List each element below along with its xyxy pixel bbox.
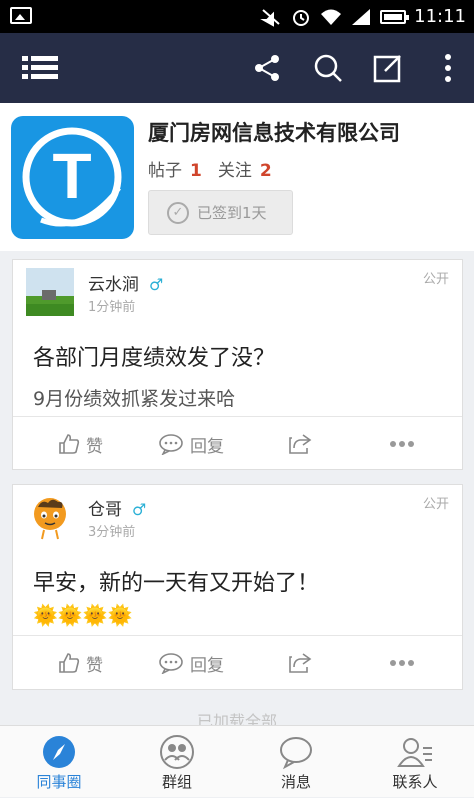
reply-button[interactable]: 回复 <box>158 636 224 690</box>
group-logo[interactable]: T <box>11 116 134 239</box>
posts-label: 帖子 <box>148 161 182 181</box>
compass-icon <box>43 736 75 768</box>
post-title: 各部门月度绩效发了没？ <box>33 346 276 371</box>
group-name: 厦门房网信息技术有限公司 <box>148 121 400 145</box>
post-author[interactable]: 云水涧 ♂ <box>88 270 163 295</box>
group-icon <box>160 735 194 769</box>
share-arrow-icon <box>289 434 312 454</box>
post-body: 9月份绩效抓紧发过来哈 <box>33 388 236 410</box>
logo-letter: T <box>52 140 91 212</box>
post-actions: 赞 回复 <box>13 636 462 690</box>
more-horizontal-icon[interactable] <box>389 636 415 690</box>
chat-bubble-icon <box>280 737 312 770</box>
gallery-notification-icon <box>10 7 32 24</box>
thumbs-up-icon <box>59 434 80 454</box>
post-author[interactable]: 仓哥 ♂ <box>88 495 146 520</box>
checkin-button[interactable]: ✓ 已签到1天 <box>148 190 293 235</box>
checkin-label: 已签到1天 <box>197 204 267 222</box>
avatar[interactable] <box>26 493 74 541</box>
alarm-icon <box>293 9 310 26</box>
wifi-icon <box>321 9 342 25</box>
post-card[interactable]: 仓哥 ♂ 3分钟前 公开 早安，新的一天有又开始了！ 🌞🌞🌞🌞 赞 回复 <box>12 484 463 690</box>
male-icon: ♂ <box>132 500 147 519</box>
like-button[interactable]: 赞 <box>58 636 103 690</box>
post-time: 3分钟前 <box>88 525 136 540</box>
sun-emoji-row: 🌞🌞🌞🌞 <box>33 603 133 627</box>
post-visibility: 公开 <box>422 497 449 512</box>
signal-icon <box>352 8 371 25</box>
check-circle-icon: ✓ <box>167 201 189 224</box>
post-card[interactable]: 云水涧 ♂ 1分钟前 公开 各部门月度绩效发了没？ 9月份绩效抓紧发过来哈 赞 回… <box>12 259 463 470</box>
like-button[interactable]: 赞 <box>58 417 103 471</box>
share-arrow-icon <box>289 653 312 673</box>
app-bar <box>0 33 474 103</box>
male-icon: ♂ <box>149 275 164 294</box>
menu-icon[interactable] <box>12 33 68 103</box>
contacts-icon <box>397 738 432 767</box>
more-vertical-icon[interactable] <box>420 33 474 103</box>
search-icon[interactable] <box>300 33 356 103</box>
post-title: 早安，新的一天有又开始了！ <box>33 571 320 596</box>
bottom-nav: 同事圈 群组 消息 联系人 <box>0 725 474 797</box>
status-bar: 11:11 <box>0 0 474 33</box>
avatar[interactable] <box>26 268 74 316</box>
comment-icon <box>159 434 183 455</box>
share-icon[interactable] <box>239 33 295 103</box>
nav-messages[interactable]: 消息 <box>237 726 355 798</box>
posts-count[interactable]: 1 <box>190 161 202 181</box>
post-time: 1分钟前 <box>88 300 136 315</box>
comment-icon <box>159 653 183 674</box>
group-stats: 帖子 1 关注 2 <box>148 156 288 181</box>
battery-icon <box>380 9 410 24</box>
post-actions: 赞 回复 <box>13 417 462 471</box>
follow-label: 关注 <box>217 161 252 181</box>
compose-icon[interactable] <box>360 33 416 103</box>
nav-groups[interactable]: 群组 <box>118 726 236 798</box>
share-post-button[interactable] <box>288 417 312 471</box>
nav-colleagues[interactable]: 同事圈 <box>0 726 118 798</box>
status-time: 11:11 <box>414 6 466 27</box>
mute-icon <box>260 8 280 27</box>
nav-contacts[interactable]: 联系人 <box>356 726 474 798</box>
thumbs-up-icon <box>59 653 80 673</box>
follow-count[interactable]: 2 <box>260 161 272 181</box>
share-post-button[interactable] <box>288 636 312 690</box>
more-horizontal-icon[interactable] <box>389 417 415 471</box>
reply-button[interactable]: 回复 <box>158 417 224 471</box>
post-visibility: 公开 <box>422 272 449 287</box>
